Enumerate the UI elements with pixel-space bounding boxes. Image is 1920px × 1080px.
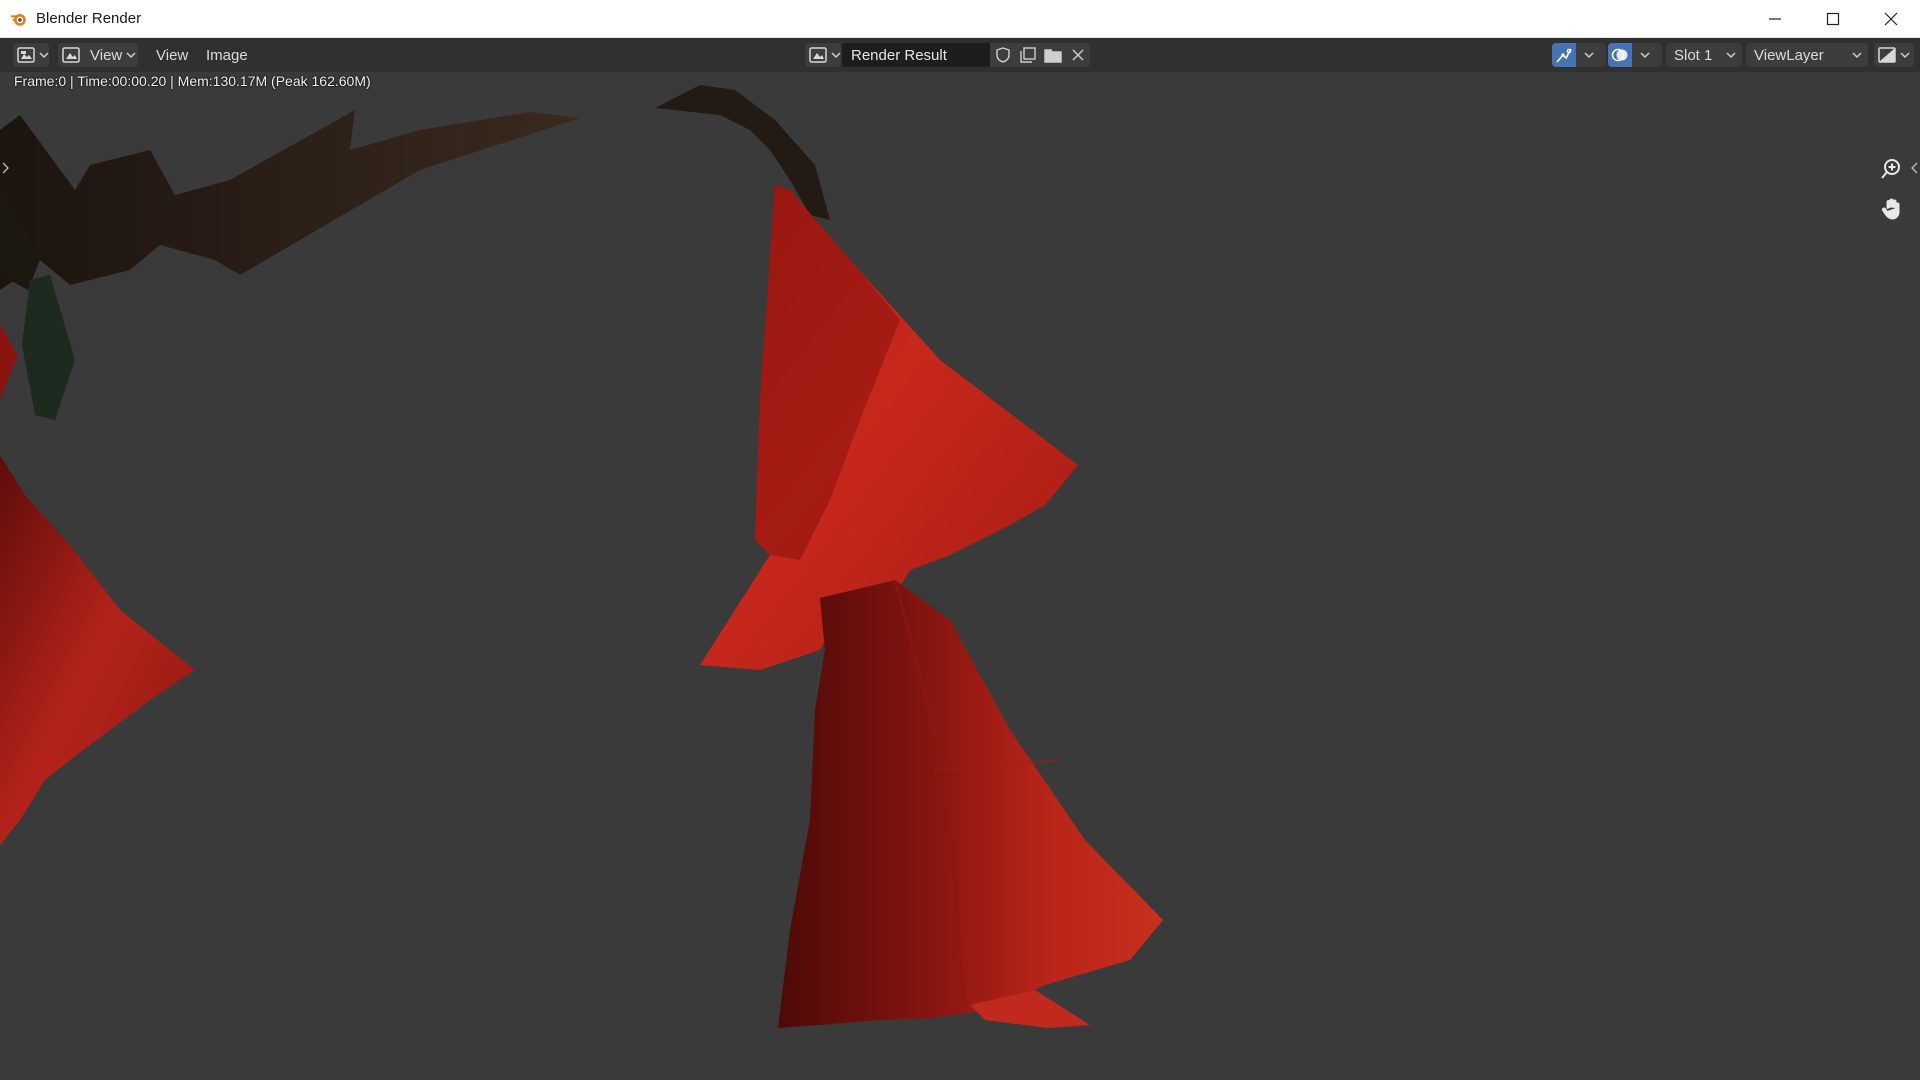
chevron-down-icon [1640,52,1650,59]
browse-image-dropdown[interactable] [805,43,841,67]
window-controls [1746,0,1920,38]
window-titlebar: Blender Render [0,0,1920,38]
dark-branch [0,110,580,290]
image-editor-icon [17,47,35,63]
unlink-x-icon [1072,49,1083,61]
minimize-button[interactable] [1746,0,1804,38]
chevron-down-icon [126,52,136,59]
editor-type-dropdown[interactable] [13,43,49,67]
image-datablock-tools [990,43,1090,67]
fake-user-shield-icon [995,47,1010,63]
pan-hand-icon [1881,198,1900,220]
view-layer-label: ViewLayer [1754,46,1824,64]
render-slot-dropdown[interactable]: Slot 1 [1666,43,1742,67]
image-browse-icon [809,47,827,63]
dark-hook [655,85,830,220]
new-image-button[interactable] [1015,43,1040,67]
red-cloth-left-top [0,325,18,400]
minimize-icon [1769,18,1781,20]
chevron-down-icon [39,52,49,59]
chevron-down-icon [1726,52,1736,59]
sample-eyedropper-icon [1556,48,1572,63]
open-image-button[interactable] [1040,43,1065,67]
image-name-field[interactable]: Render Result [842,43,990,67]
image-editor-header: View View Image Render Result Slot 1 Vie… [0,38,1920,72]
sample-tool-toggle[interactable] [1552,43,1606,67]
window-title: Blender Render [36,10,142,27]
red-cloth-lower [778,580,1163,1028]
render-stats-text: Frame:0 | Time:00:00.20 | Mem:130.17M (P… [14,73,371,89]
view-menu[interactable]: View [154,43,190,67]
overlays-icon [1611,48,1628,62]
chevron-down-icon [1584,52,1594,59]
close-button[interactable] [1862,0,1920,38]
image-view-mode-icon [62,47,80,63]
pan-view-button[interactable] [1876,194,1906,224]
red-cloth-left [0,455,195,845]
zoom-view-button[interactable] [1876,154,1906,184]
unlink-image-button[interactable] [1065,43,1090,67]
close-icon [1884,12,1898,26]
render-image [0,85,1163,1028]
overlays-toggle[interactable] [1608,43,1662,67]
maximize-icon [1826,12,1840,26]
new-image-icon [1019,47,1036,63]
zoom-icon [1881,159,1900,179]
display-channels-icon [1878,47,1896,63]
display-channels-dropdown[interactable] [1874,43,1914,67]
view-mode-dropdown[interactable]: View [58,43,138,67]
fake-user-button[interactable] [990,43,1015,67]
chevron-down-icon [831,52,841,59]
blender-logo-icon [10,13,26,26]
dark-stem [22,275,75,420]
render-slot-label: Slot 1 [1674,46,1713,64]
render-result-viewport[interactable] [0,72,1920,1080]
maximize-button[interactable] [1804,0,1862,38]
chevron-right-icon[interactable] [2,162,10,174]
image-menu[interactable]: Image [204,43,250,67]
view-layer-dropdown[interactable]: ViewLayer [1746,43,1868,67]
chevron-down-icon [1852,52,1862,59]
chevron-down-icon [1900,52,1910,59]
chevron-left-icon[interactable] [1910,162,1918,174]
view-mode-label: View [90,46,123,64]
open-image-folder-icon [1043,48,1062,63]
